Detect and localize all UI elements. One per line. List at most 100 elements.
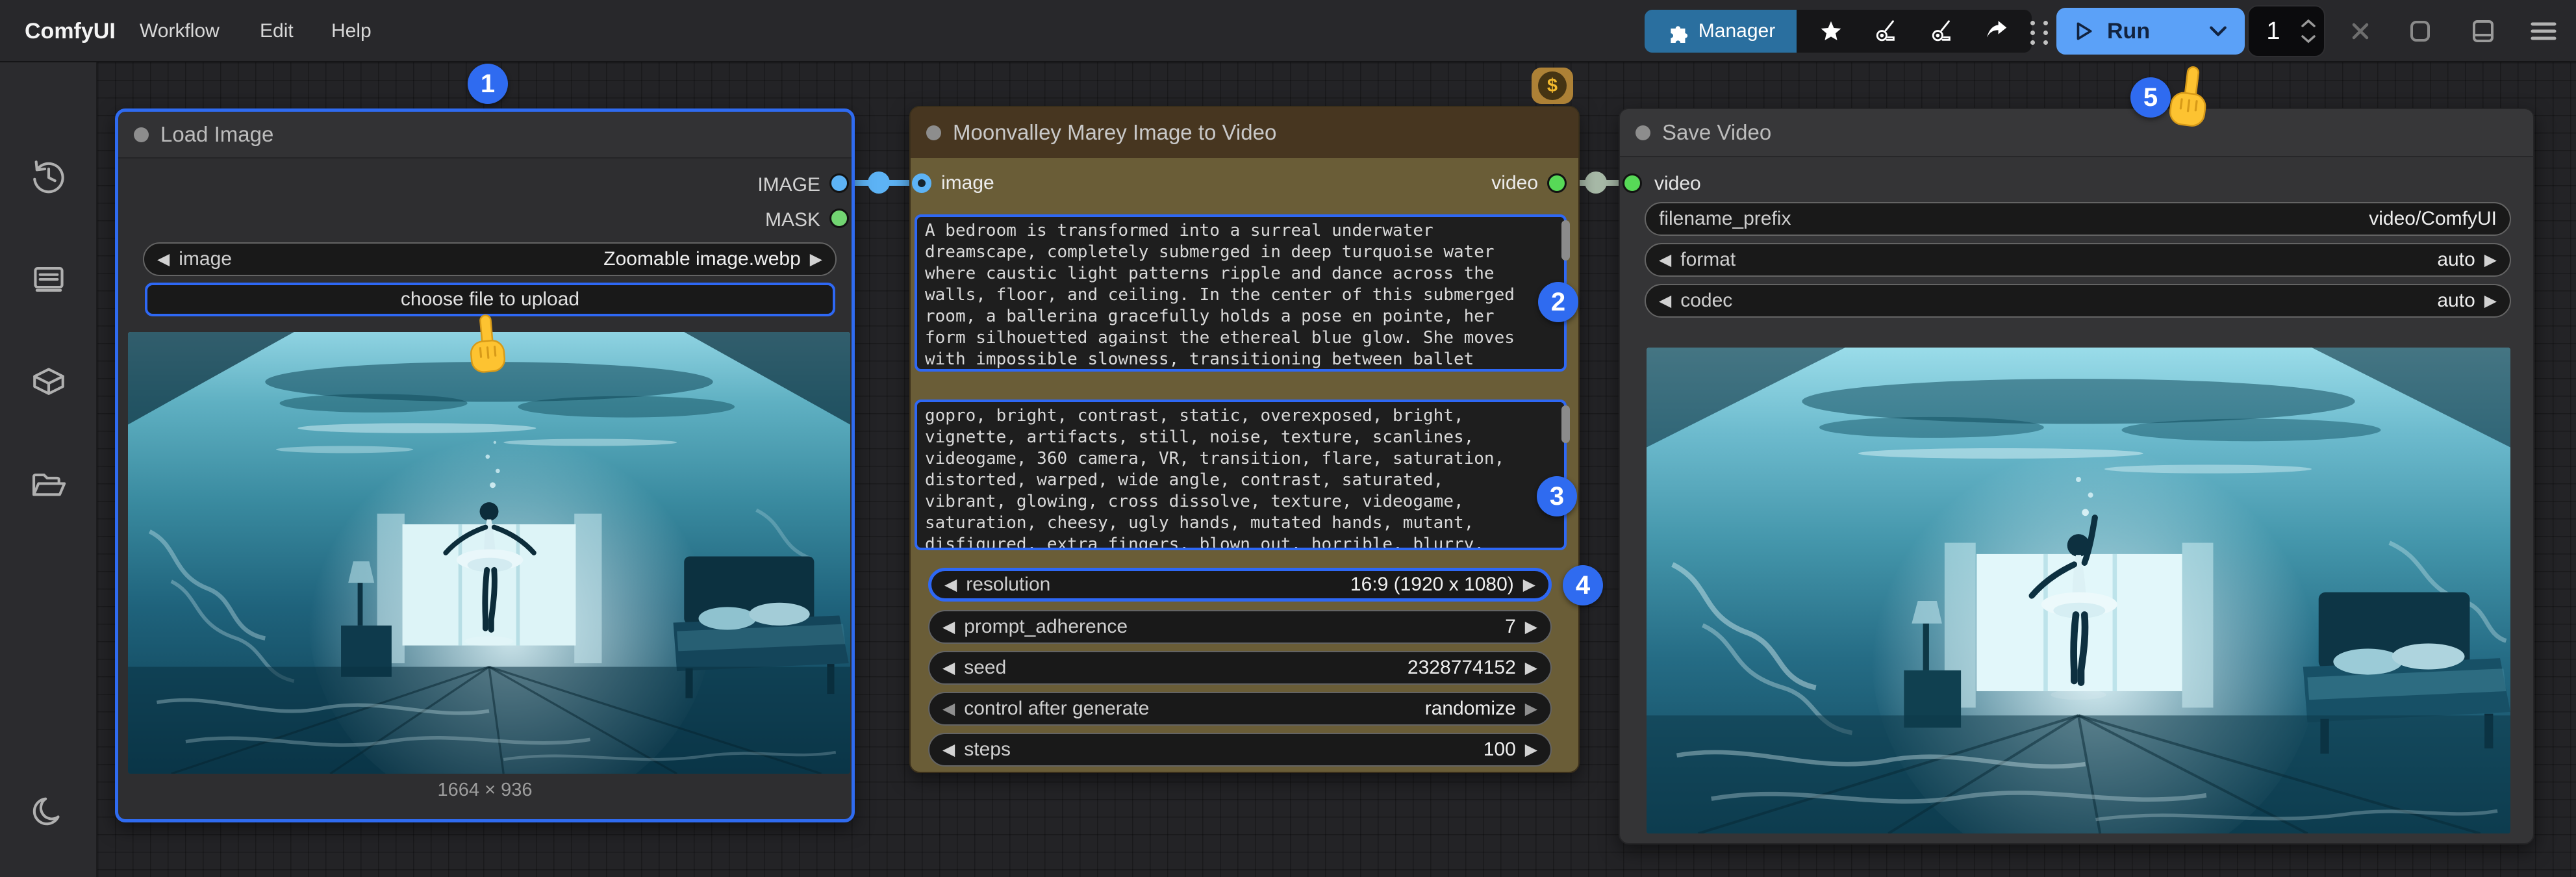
node-load-image[interactable]: Load Image IMAGE MASK ◀ image Zoomable i… bbox=[115, 108, 855, 822]
negative-prompt-scrollbar[interactable] bbox=[1561, 405, 1570, 443]
collapse-dot[interactable] bbox=[134, 127, 149, 142]
underwater-scene bbox=[128, 332, 850, 774]
annotation-badge-4: 4 bbox=[1563, 565, 1603, 605]
star-icon[interactable] bbox=[1817, 17, 1845, 45]
link-video-midpoint-dot[interactable] bbox=[1585, 172, 1607, 194]
input-label-video: video bbox=[1654, 173, 1701, 195]
pointing-hand-icon bbox=[2151, 61, 2224, 138]
chevron-down-icon bbox=[2208, 24, 2228, 38]
next-arrow-icon[interactable]: ▶ bbox=[1523, 575, 1535, 594]
image-combo-widget[interactable]: ◀ image Zoomable image.webp ▶ bbox=[143, 242, 837, 276]
next-arrow-icon[interactable]: ▶ bbox=[1525, 740, 1537, 759]
widget-value: Zoomable image.webp bbox=[603, 248, 801, 270]
menu-edit[interactable]: Edit bbox=[260, 0, 294, 62]
share-icon[interactable] bbox=[1983, 17, 2012, 45]
choose-file-button[interactable]: choose file to upload bbox=[145, 283, 835, 316]
widget-label: format bbox=[1680, 249, 1736, 271]
prompt-scrollbar[interactable] bbox=[1561, 220, 1570, 261]
output-label-image: IMAGE bbox=[757, 174, 820, 196]
toolbar-drag-handle-icon[interactable] bbox=[2030, 21, 2050, 45]
run-label: Run bbox=[2107, 19, 2150, 44]
workflows-folder-icon[interactable] bbox=[30, 467, 68, 505]
prev-arrow-icon[interactable]: ◀ bbox=[1659, 291, 1671, 311]
next-arrow-icon[interactable]: ▶ bbox=[810, 249, 822, 269]
menu-workflow[interactable]: Workflow bbox=[140, 0, 220, 62]
annotation-badge-2: 2 bbox=[1538, 282, 1578, 322]
prev-arrow-icon[interactable]: ◀ bbox=[942, 740, 955, 759]
widget-filename-prefix[interactable]: filename_prefix video/ComfyUI bbox=[1645, 202, 2511, 236]
port-video-output[interactable] bbox=[1547, 173, 1567, 193]
node-title: Moonvalley Marey Image to Video bbox=[953, 120, 1276, 145]
node-moonvalley-header[interactable]: Moonvalley Marey Image to Video bbox=[911, 107, 1578, 158]
next-arrow-icon[interactable]: ▶ bbox=[2484, 250, 2497, 270]
manager-button[interactable]: Manager bbox=[1645, 10, 1797, 53]
play-icon bbox=[2073, 21, 2094, 42]
negative-prompt-textarea[interactable]: gopro, bright, contrast, static, overexp… bbox=[915, 400, 1567, 550]
comfyui-logo[interactable]: ComfyUI bbox=[25, 0, 116, 62]
widget-value: auto bbox=[2437, 249, 2475, 271]
next-arrow-icon[interactable]: ▶ bbox=[2484, 291, 2497, 311]
manager-label: Manager bbox=[1698, 20, 1775, 42]
widget-label: control after generate bbox=[964, 698, 1149, 720]
widget-format[interactable]: ◀ format auto ▶ bbox=[1645, 243, 2511, 277]
port-mask-output[interactable] bbox=[829, 209, 849, 228]
batch-count-value[interactable]: 1 bbox=[2249, 18, 2298, 45]
panel-layout-icon[interactable] bbox=[2468, 16, 2499, 47]
port-image-output[interactable] bbox=[829, 173, 849, 193]
close-icon[interactable] bbox=[2345, 16, 2376, 47]
widget-label: steps bbox=[964, 739, 1011, 761]
hamburger-menu-icon[interactable] bbox=[2528, 16, 2559, 47]
node-library-icon[interactable] bbox=[30, 261, 68, 298]
node-save-video-header[interactable]: Save Video bbox=[1620, 109, 2533, 157]
widget-label: codec bbox=[1680, 290, 1732, 312]
widget-prompt-adherence[interactable]: ◀ prompt_adherence 7 ▶ bbox=[928, 610, 1552, 644]
node-load-image-header[interactable]: Load Image bbox=[118, 112, 852, 159]
prev-arrow-icon[interactable]: ◀ bbox=[944, 575, 957, 594]
history-icon[interactable] bbox=[30, 157, 68, 195]
widget-steps[interactable]: ◀ steps 100 ▶ bbox=[928, 733, 1552, 767]
prev-arrow-icon[interactable]: ◀ bbox=[942, 699, 955, 718]
chevron-down-icon[interactable] bbox=[2301, 34, 2316, 44]
image-preview bbox=[128, 332, 850, 774]
maximize-icon[interactable] bbox=[2405, 16, 2436, 47]
widget-label: image bbox=[179, 248, 232, 270]
node-moonvalley-marey[interactable]: Moonvalley Marey Image to Video image vi… bbox=[909, 106, 1580, 773]
node-save-video[interactable]: Save Video video filename_prefix video/C… bbox=[1619, 108, 2534, 845]
widget-seed[interactable]: ◀ seed 2328774152 ▶ bbox=[928, 651, 1552, 685]
node-title: Save Video bbox=[1662, 120, 1771, 145]
collapse-dot[interactable] bbox=[926, 125, 941, 140]
prev-arrow-icon[interactable]: ◀ bbox=[1659, 250, 1671, 270]
batch-count-stepper[interactable]: 1 bbox=[2247, 5, 2325, 57]
collapse-dot[interactable] bbox=[1635, 125, 1650, 140]
port-video-input[interactable] bbox=[1623, 173, 1642, 193]
theme-moon-icon[interactable] bbox=[30, 793, 68, 830]
model-library-icon[interactable] bbox=[30, 364, 68, 401]
chevron-up-icon[interactable] bbox=[2301, 19, 2316, 28]
vacuum-icon[interactable] bbox=[1872, 17, 1900, 45]
input-label-image: image bbox=[941, 172, 994, 194]
port-image-input[interactable] bbox=[912, 173, 931, 193]
prompt-textarea[interactable]: A bedroom is transformed into a surreal … bbox=[915, 214, 1567, 372]
widget-value: video/ComfyUI bbox=[2369, 208, 2497, 230]
prev-arrow-icon[interactable]: ◀ bbox=[157, 249, 170, 269]
widget-codec[interactable]: ◀ codec auto ▶ bbox=[1645, 284, 2511, 318]
vacuum-icon[interactable] bbox=[1928, 17, 1956, 45]
annotation-badge-1: 1 bbox=[468, 64, 508, 104]
link-image-midpoint-dot[interactable] bbox=[868, 172, 890, 194]
widget-control-after-generate[interactable]: ◀ control after generate randomize ▶ bbox=[928, 692, 1552, 726]
run-button[interactable]: Run bbox=[2056, 8, 2245, 55]
widget-resolution[interactable]: ◀ resolution 16:9 (1920 x 1080) ▶ bbox=[928, 568, 1552, 602]
widget-label: filename_prefix bbox=[1659, 208, 1791, 230]
next-arrow-icon[interactable]: ▶ bbox=[1525, 658, 1537, 678]
video-preview[interactable] bbox=[1647, 348, 2510, 833]
widget-value: 7 bbox=[1505, 616, 1516, 638]
prev-arrow-icon[interactable]: ◀ bbox=[942, 658, 955, 678]
menu-help[interactable]: Help bbox=[331, 0, 372, 62]
image-dimensions: 1664 × 936 bbox=[118, 780, 852, 801]
manager-toolbar: Manager bbox=[1645, 10, 2032, 53]
quick-actions-strip bbox=[1797, 10, 2032, 53]
widget-value: auto bbox=[2437, 290, 2475, 312]
prev-arrow-icon[interactable]: ◀ bbox=[942, 617, 955, 637]
next-arrow-icon[interactable]: ▶ bbox=[1525, 617, 1537, 637]
next-arrow-icon[interactable]: ▶ bbox=[1525, 699, 1537, 718]
